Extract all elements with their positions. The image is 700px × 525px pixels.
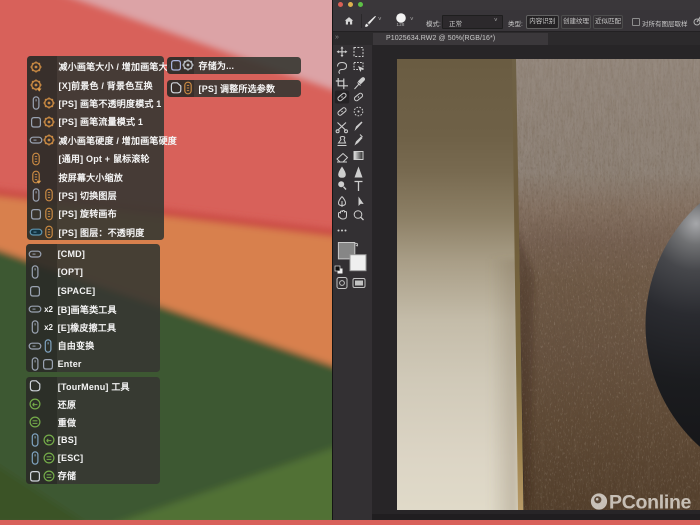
svg-text:PConline: PConline — [609, 492, 692, 511]
